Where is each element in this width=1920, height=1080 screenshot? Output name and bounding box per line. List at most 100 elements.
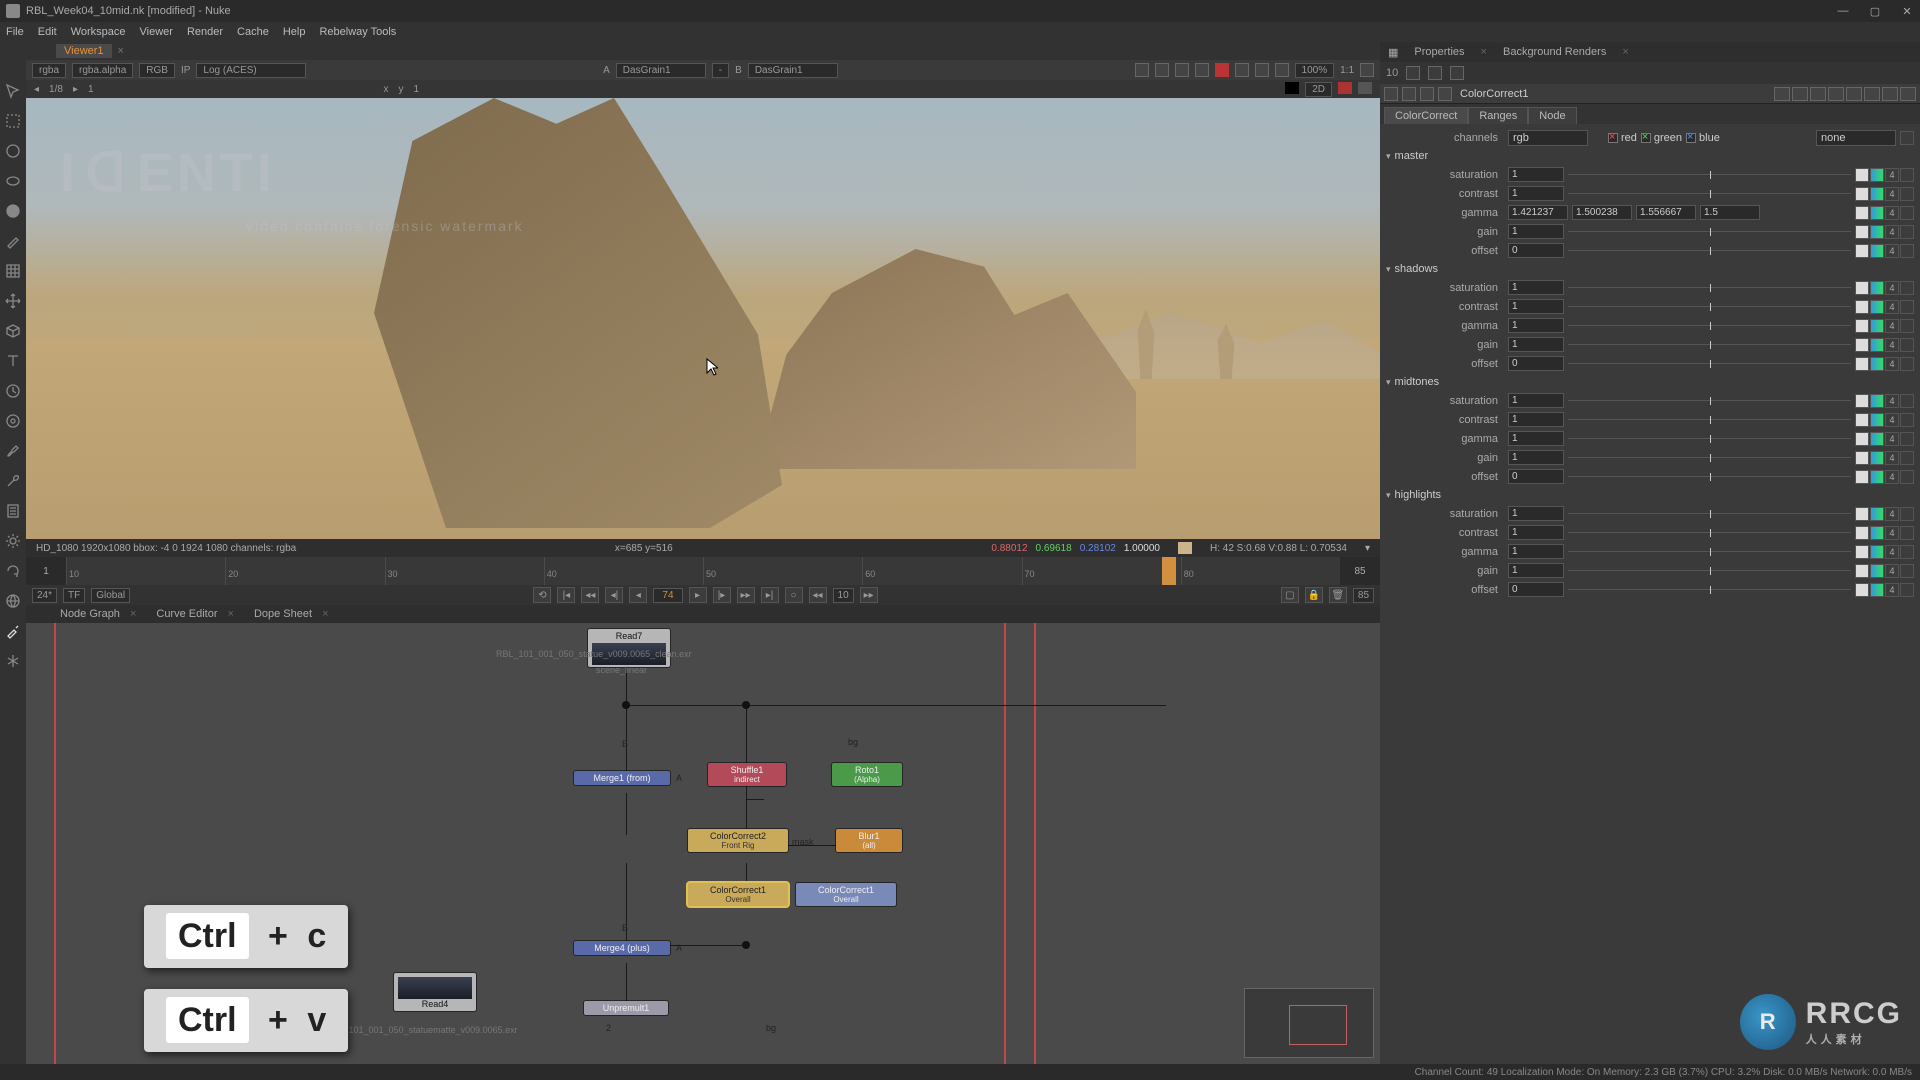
knob-curve-btn[interactable]: [1900, 507, 1914, 521]
knob-anim-btn[interactable]: [1870, 507, 1884, 521]
viewer-icon-4[interactable]: [1195, 63, 1209, 77]
channel-blue-checkbox[interactable]: blue: [1686, 132, 1720, 144]
play-stepback-icon[interactable]: ◂|: [605, 587, 623, 603]
knob-value-gam-r[interactable]: 1.421237: [1508, 205, 1568, 220]
knob-anim-btn[interactable]: [1870, 394, 1884, 408]
knob-num-btn[interactable]: 4: [1885, 413, 1899, 427]
viewer-lut-select[interactable]: Log (ACES): [196, 63, 306, 78]
node-header-btn[interactable]: [1864, 87, 1880, 101]
knob-slider-off[interactable]: [1568, 358, 1851, 370]
viewer-tab[interactable]: Viewer1: [56, 44, 112, 58]
tf-select[interactable]: TF: [63, 588, 85, 603]
viewer-nav-next-icon[interactable]: ▸: [73, 84, 78, 95]
play-stop-icon[interactable]: ○: [785, 587, 803, 603]
knob-anim-btn[interactable]: [1870, 281, 1884, 295]
props-trash-icon[interactable]: [1428, 66, 1442, 80]
viewer-swatch-grey[interactable]: [1358, 82, 1372, 94]
menu-render[interactable]: Render: [187, 26, 223, 38]
play-fwd-icon[interactable]: ▸: [689, 587, 707, 603]
knob-slider-gain[interactable]: [1568, 565, 1851, 577]
viewer-icon-2[interactable]: [1155, 63, 1169, 77]
section-highlights[interactable]: highlights: [1386, 486, 1914, 504]
viewer-swatch-red[interactable]: [1338, 82, 1352, 94]
knob-color-btn[interactable]: [1855, 545, 1869, 559]
viewer-pause-icon[interactable]: [1235, 63, 1249, 77]
knob-anim-btn[interactable]: [1870, 470, 1884, 484]
minimize-button[interactable]: —: [1836, 5, 1850, 18]
viewer-menu-icon[interactable]: [1360, 63, 1374, 77]
node-unpremult[interactable]: Unpremult1: [584, 1001, 668, 1015]
tool-sheet-icon[interactable]: [4, 502, 22, 520]
timeline-track[interactable]: 10 20 30 40 50 60 70 80: [66, 557, 1340, 585]
viewer-tab-close-icon[interactable]: ×: [112, 45, 130, 57]
node-read4[interactable]: Read4: [394, 973, 476, 1011]
play-endframe[interactable]: 85: [1353, 588, 1374, 603]
tab-dopesheet[interactable]: Dope Sheet: [250, 607, 316, 621]
play-back-icon[interactable]: ◂: [629, 587, 647, 603]
knob-slider-gain[interactable]: [1568, 452, 1851, 464]
nodetab-colorcorrect[interactable]: ColorCorrect: [1384, 107, 1468, 124]
viewer-record-icon[interactable]: [1215, 63, 1229, 77]
tool-marquee-icon[interactable]: [4, 112, 22, 130]
tool-sphere-icon[interactable]: [4, 202, 22, 220]
knob-curve-btn[interactable]: [1900, 300, 1914, 314]
play-prevkey-icon[interactable]: ◂◂: [581, 587, 599, 603]
node-roto1[interactable]: Roto1 (Alpha): [832, 763, 902, 786]
timeline[interactable]: 1 10 20 30 40 50 60 70 80 85: [26, 557, 1380, 585]
menu-help[interactable]: Help: [283, 26, 306, 38]
knob-num-btn[interactable]: 4: [1885, 225, 1899, 239]
knob-num-btn[interactable]: 4: [1885, 507, 1899, 521]
knob-color-btn[interactable]: [1855, 168, 1869, 182]
play-nextkey-icon[interactable]: ▸▸: [737, 587, 755, 603]
knob-value-off[interactable]: 0: [1508, 469, 1564, 484]
knob-anim-btn[interactable]: [1870, 545, 1884, 559]
node-colorcorrect1b[interactable]: ColorCorrect1 Overall: [796, 883, 896, 906]
tool-grid-icon[interactable]: [4, 262, 22, 280]
knob-num-btn[interactable]: 4: [1885, 451, 1899, 465]
knob-value-gain[interactable]: 1: [1508, 337, 1564, 352]
section-master[interactable]: master: [1386, 147, 1914, 165]
node-header-btn[interactable]: [1828, 87, 1844, 101]
node-dot[interactable]: [742, 941, 750, 949]
knob-num-btn[interactable]: 4: [1885, 564, 1899, 578]
knob-color-btn[interactable]: [1855, 470, 1869, 484]
knob-curve-btn[interactable]: [1900, 244, 1914, 258]
play-loop-icon[interactable]: ▢: [1281, 587, 1299, 603]
play-stepfwd-icon[interactable]: |▸: [713, 587, 731, 603]
knob-num-btn[interactable]: 4: [1885, 206, 1899, 220]
knob-slider-con[interactable]: [1568, 527, 1851, 539]
knob-value-con[interactable]: 1: [1508, 525, 1564, 540]
knob-slider-gam[interactable]: [1568, 320, 1851, 332]
knob-curve-btn[interactable]: [1900, 357, 1914, 371]
tab-close-icon[interactable]: ×: [1481, 46, 1487, 58]
knob-anim-btn[interactable]: [1870, 187, 1884, 201]
timeline-end[interactable]: 85: [1340, 557, 1380, 585]
knob-slider-sat[interactable]: [1568, 508, 1851, 520]
knob-value-gam[interactable]: 1: [1508, 544, 1564, 559]
knob-anim-btn[interactable]: [1870, 338, 1884, 352]
tab-close-icon[interactable]: ×: [130, 608, 136, 620]
knob-color-btn[interactable]: [1855, 526, 1869, 540]
node-close-icon[interactable]: [1900, 87, 1916, 101]
knob-anim-btn[interactable]: [1870, 206, 1884, 220]
knob-num-btn[interactable]: 4: [1885, 319, 1899, 333]
knob-slider-con[interactable]: [1568, 301, 1851, 313]
knob-color-btn[interactable]: [1855, 394, 1869, 408]
knob-value-off[interactable]: 0: [1508, 582, 1564, 597]
knob-curve-btn[interactable]: [1900, 564, 1914, 578]
viewer-input-a-select[interactable]: DasGrain1: [616, 63, 706, 78]
viewer-channels-select[interactable]: RGB: [139, 63, 175, 78]
node-blur1[interactable]: Blur1 (all): [836, 829, 902, 852]
knob-anim-btn[interactable]: [1870, 564, 1884, 578]
tool-move-icon[interactable]: [4, 292, 22, 310]
knob-anim-btn[interactable]: [1870, 168, 1884, 182]
knob-curve-btn[interactable]: [1900, 413, 1914, 427]
knob-curve-btn[interactable]: [1900, 432, 1914, 446]
knob-slider-off[interactable]: [1568, 245, 1851, 257]
node-header-btn[interactable]: [1774, 87, 1790, 101]
knob-slider-gain[interactable]: [1568, 339, 1851, 351]
knob-color-btn[interactable]: [1855, 319, 1869, 333]
node-header-icon[interactable]: [1384, 87, 1398, 101]
knob-slider-off[interactable]: [1568, 471, 1851, 483]
knob-color-btn[interactable]: [1855, 507, 1869, 521]
